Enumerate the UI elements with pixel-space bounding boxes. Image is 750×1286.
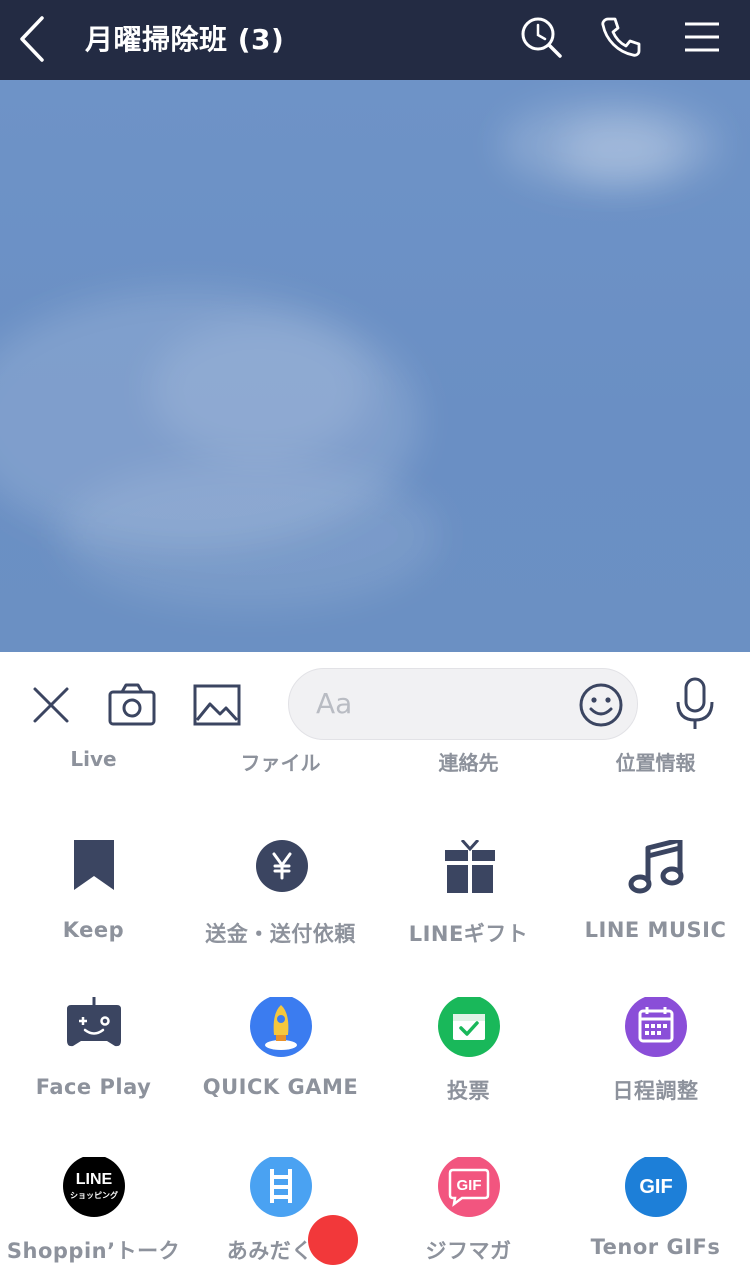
chat-title: 月曜掃除班 (3) bbox=[85, 23, 285, 56]
menu-item-keep[interactable]: Keep bbox=[0, 840, 187, 960]
menu-label-live: Live bbox=[70, 747, 117, 771]
microphone-icon[interactable] bbox=[670, 676, 720, 732]
menu-item-shopping-talk[interactable]: LINE ショッピング Shoppin’トーク bbox=[0, 1157, 187, 1277]
camera-icon[interactable] bbox=[107, 680, 157, 730]
menu-item-line-music[interactable]: LINE MUSIC bbox=[562, 840, 749, 960]
chevron-left-icon[interactable] bbox=[14, 14, 54, 64]
chat-header: 月曜掃除班 (3) bbox=[0, 0, 750, 80]
line-shopping-logo-subtext: ショッピング bbox=[70, 1190, 118, 1200]
menu-item-label: 投票 bbox=[447, 1079, 490, 1103]
menu-icon[interactable] bbox=[679, 14, 725, 60]
ladder-icon bbox=[250, 1157, 312, 1217]
cut-off-menu-row: Live ファイル 連絡先 位置情報 bbox=[0, 744, 750, 772]
smiley-icon[interactable] bbox=[577, 681, 625, 729]
menu-item-label: Keep bbox=[62, 918, 125, 942]
menu-item-label: Face Play bbox=[35, 1075, 152, 1099]
gif-magazine-icon: GIF bbox=[438, 1157, 500, 1217]
menu-item-label: QUICK GAME bbox=[202, 1075, 359, 1099]
gift-icon bbox=[445, 840, 495, 894]
bookmark-icon bbox=[74, 840, 114, 890]
menu-item-label: 日程調整 bbox=[612, 1079, 699, 1103]
line-shopping-icon: LINE ショッピング bbox=[63, 1157, 125, 1217]
vote-box-icon bbox=[438, 997, 500, 1057]
close-icon[interactable] bbox=[26, 680, 76, 730]
menu-item-transfer[interactable]: 送金・送付依頼 bbox=[187, 840, 374, 960]
image-icon[interactable] bbox=[192, 680, 242, 730]
tenor-logo-text: GIF bbox=[639, 1176, 672, 1198]
touch-indicator bbox=[308, 1215, 358, 1265]
menu-item-label: ジフマガ bbox=[425, 1239, 512, 1263]
menu-label-location: 位置情報 bbox=[615, 751, 696, 772]
phone-icon[interactable] bbox=[598, 14, 644, 60]
jifmaga-logo-text: GIF bbox=[457, 1177, 482, 1194]
music-note-icon bbox=[628, 840, 684, 894]
menu-item-line-gift[interactable]: LINEギフト bbox=[375, 840, 562, 960]
message-placeholder: Aa bbox=[316, 687, 353, 720]
search-icon[interactable] bbox=[518, 14, 564, 60]
menu-item-label: 送金・送付依頼 bbox=[205, 922, 356, 946]
menu-item-label: Shoppin’トーク bbox=[6, 1239, 181, 1263]
calendar-icon bbox=[625, 997, 687, 1057]
menu-label-file: ファイル bbox=[240, 751, 321, 772]
menu-item-tenor-gifs[interactable]: GIF Tenor GIFs bbox=[562, 1157, 749, 1277]
yen-icon bbox=[256, 840, 308, 892]
message-input[interactable]: Aa bbox=[288, 668, 638, 740]
menu-item-label: LINE MUSIC bbox=[584, 918, 727, 942]
menu-item-label: Tenor GIFs bbox=[590, 1235, 721, 1259]
chat-background bbox=[0, 80, 750, 652]
menu-item-face-play[interactable]: Face Play bbox=[0, 997, 187, 1117]
game-face-icon bbox=[67, 997, 121, 1047]
menu-item-quick-game[interactable]: QUICK GAME bbox=[187, 997, 374, 1117]
menu-item-label: LINEギフト bbox=[408, 922, 529, 946]
menu-item-schedule[interactable]: 日程調整 bbox=[562, 997, 749, 1117]
menu-item-vote[interactable]: 投票 bbox=[375, 997, 562, 1117]
menu-item-jifmaga[interactable]: GIF ジフマガ bbox=[375, 1157, 562, 1277]
menu-label-contacts: 連絡先 bbox=[438, 751, 499, 772]
tenor-gif-icon: GIF bbox=[625, 1157, 687, 1217]
rocket-icon bbox=[250, 997, 312, 1057]
line-shopping-logo-text: LINE bbox=[76, 1171, 113, 1188]
